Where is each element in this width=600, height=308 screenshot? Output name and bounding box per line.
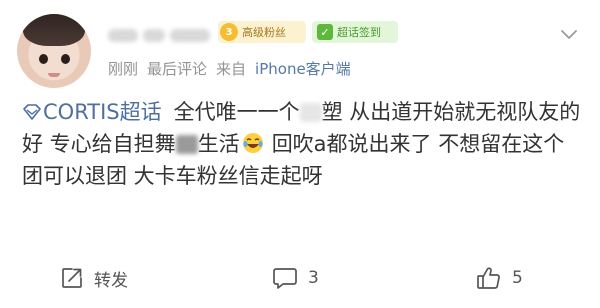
comment-count: 3	[308, 268, 319, 288]
username-blur-1	[108, 28, 138, 42]
repost-icon	[62, 268, 82, 288]
fan-level-badge[interactable]: 3 高级粉丝	[218, 21, 306, 43]
censored-text-2	[175, 135, 198, 154]
avatar-mouth	[48, 73, 60, 77]
avatar[interactable]	[17, 14, 91, 88]
supertopic-name: CORTIS超话	[43, 100, 162, 124]
comment-icon	[273, 268, 297, 289]
avatar-hair	[23, 14, 85, 46]
thumbs-up-icon	[477, 267, 500, 289]
censored-text-1	[299, 103, 322, 122]
post-content: CORTIS超话 全代唯一一个塑 从出道开始就无视队友的好 专心给自担舞 生活 回吹a…	[22, 96, 582, 192]
comment-button[interactable]: 3	[272, 258, 319, 298]
avatar-eye-right	[61, 54, 70, 64]
laugh-cry-emoji-icon	[242, 133, 263, 153]
supertopic-signin-badge[interactable]: ✓ 超话签到	[312, 21, 398, 43]
content-text-3: 生活	[197, 132, 240, 156]
signin-label: 超话签到	[337, 26, 381, 39]
username-blur-3	[170, 28, 210, 42]
avatar-eye-left	[39, 54, 48, 64]
content-text-1: 全代唯一一个	[173, 100, 300, 124]
source-device-link[interactable]: iPhone客户端	[255, 60, 351, 78]
comment-card: 3 高级粉丝 ✓ 超话签到 刚刚 最后评论 来自 iPhone客户端 CORTIS超话…	[0, 0, 600, 308]
chevron-down-icon[interactable]	[556, 22, 582, 48]
post-meta: 刚刚 最后评论 来自 iPhone客户端	[108, 58, 351, 79]
action-bar: 转发 3 5	[0, 258, 600, 298]
diamond-topic-icon	[23, 104, 41, 120]
source-prefix: 来自	[216, 60, 247, 78]
fan-level-label: 高级粉丝	[242, 26, 286, 39]
username-blurred[interactable]	[108, 25, 216, 45]
like-count: 5	[512, 268, 523, 288]
repost-label: 转发	[94, 270, 128, 291]
supertopic-link[interactable]: CORTIS超话	[22, 100, 162, 124]
like-button[interactable]: 5	[476, 258, 523, 298]
post-time: 刚刚	[108, 60, 139, 78]
check-icon: ✓	[317, 24, 333, 40]
repost-button[interactable]: 转发	[60, 258, 128, 298]
fan-level-number: 3	[220, 23, 238, 41]
username-blur-2	[143, 28, 165, 42]
post-type: 最后评论	[147, 60, 208, 78]
